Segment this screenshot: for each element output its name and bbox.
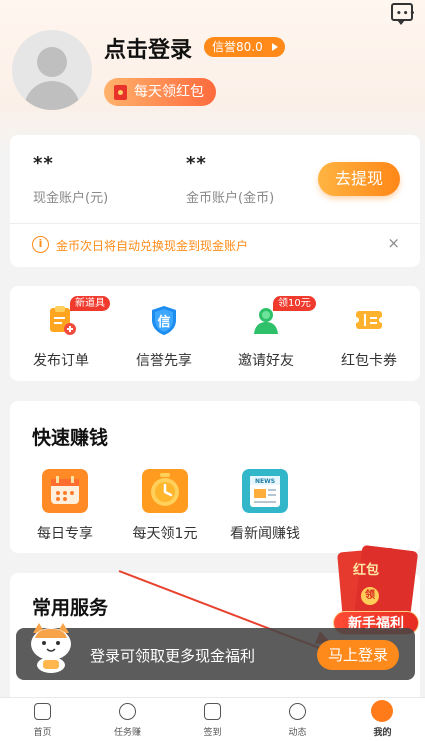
login-title[interactable]: 点击登录 [104, 32, 192, 64]
news-icon: NEWS [242, 469, 288, 513]
daily-red-packet-button[interactable]: 每天领红包 [104, 78, 216, 106]
credit-shield-icon: 信 [152, 306, 176, 335]
quick-earn-title: 快速赚钱 [32, 427, 109, 449]
withdraw-button[interactable]: 去提现 [318, 162, 400, 196]
home-icon [34, 703, 51, 720]
compass-icon [289, 703, 306, 720]
tool-invite-friend[interactable]: 领10元 邀请好友 [215, 286, 317, 381]
exchange-notice: 金币次日将自动兑换现金到现金账户 [56, 239, 249, 253]
tab-mine[interactable]: 我的 [340, 698, 425, 741]
close-icon[interactable]: × [387, 234, 400, 252]
avatar-head [37, 47, 67, 77]
tool-publish-order[interactable]: 新道具 发布订单 [10, 286, 112, 381]
new-prop-tag: 新道具 [70, 296, 110, 311]
calendar-icon [42, 469, 88, 513]
tab-home[interactable]: 首页 [0, 698, 85, 741]
redpacket-title: 红包 [353, 563, 380, 578]
cash-account-label: 现金账户(元) [33, 191, 109, 206]
tab-task-earn[interactable]: 任务赚 [85, 698, 170, 741]
tool-label: 邀请好友 [238, 353, 294, 369]
clock-coin-icon [142, 469, 188, 513]
tool-label: 信誉先享 [136, 353, 192, 369]
quick-item-label: 看新闻赚钱 [230, 526, 300, 542]
quick-item-label: 每日专享 [37, 526, 93, 542]
tab-label: 签到 [203, 728, 222, 738]
coin-account-label: 金币账户(金币) [186, 191, 275, 206]
tab-label: 任务赚 [113, 728, 141, 738]
services-title: 常用服务 [32, 597, 109, 619]
login-toast: 登录可领取更多现金福利 马上登录 [16, 623, 415, 680]
tab-label: 动态 [288, 728, 307, 738]
tab-feed[interactable]: 动态 [255, 698, 340, 741]
tab-label: 我的 [373, 728, 392, 738]
tab-label: 首页 [33, 728, 52, 738]
tool-credit-first[interactable]: 信 信誉先享 [113, 286, 215, 381]
yen-coin-icon [119, 703, 136, 720]
login-now-button[interactable]: 马上登录 [317, 640, 399, 670]
quick-item-label: 每天领1元 [132, 526, 198, 542]
avatar-body [24, 81, 80, 110]
tool-label: 红包卡券 [341, 353, 397, 369]
coupon-icon [353, 311, 385, 329]
svg-text:信: 信 [157, 314, 170, 330]
red-envelope-icon [114, 85, 127, 100]
divider [10, 223, 420, 224]
credit-badge[interactable]: 信誉80.0 [204, 37, 285, 57]
quick-earn-card: 快速赚钱 每日专享 每天领1元 NEWS 看新闻赚钱 [10, 401, 420, 553]
account-card: ** 现金账户(元) ** 金币账户(金币) 去提现 i 金币次日将自动兑换现金… [10, 135, 420, 267]
chevron-right-icon [271, 43, 278, 51]
info-icon: i [32, 236, 49, 253]
ten-yuan-tag: 领10元 [273, 296, 316, 311]
tool-coupons[interactable]: 红包卡券 [318, 286, 420, 381]
tab-sign-in[interactable]: 签到 [170, 698, 255, 741]
coin-icon: 领 [361, 587, 379, 605]
coin-amount: ** [186, 153, 207, 174]
svg-text:NEWS: NEWS [255, 478, 275, 485]
cat-mascot-icon [31, 623, 71, 673]
avatar[interactable] [12, 30, 92, 110]
cash-amount: ** [33, 153, 54, 174]
bottom-tab-bar: 首页 任务赚 签到 动态 我的 [0, 697, 425, 741]
message-icon[interactable]: ••• [391, 3, 415, 25]
credit-badge-label: 信誉80.0 [212, 40, 263, 54]
calendar-check-icon [204, 703, 221, 720]
tool-label: 发布订单 [33, 353, 89, 369]
login-toast-text: 登录可领取更多现金福利 [90, 647, 256, 665]
profile-icon [371, 700, 393, 722]
daily-red-packet-label: 每天领红包 [134, 84, 204, 100]
tools-card: 新道具 发布订单 信 信誉先享 领10元 邀请好友 红包卡券 [10, 286, 420, 381]
